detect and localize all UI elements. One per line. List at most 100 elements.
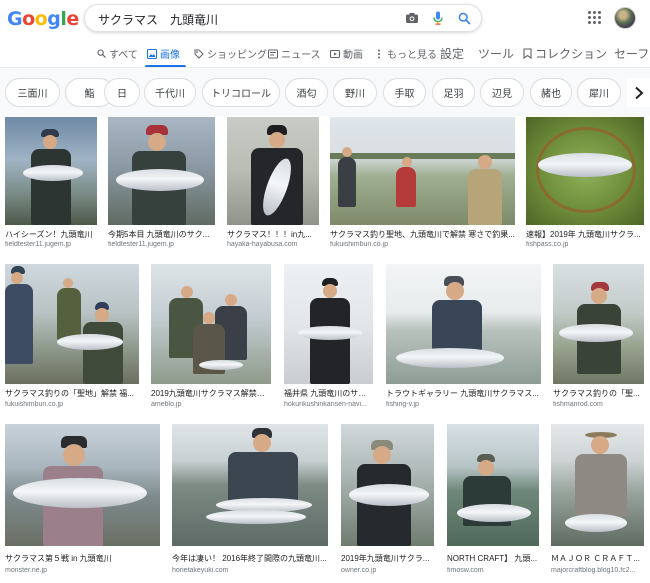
result-thumbnail[interactable] xyxy=(151,264,271,384)
tab-safesearch[interactable]: セーフ xyxy=(614,45,649,62)
result-thumbnail[interactable] xyxy=(330,117,515,225)
search-box[interactable]: サクラマス 九頭竜川 xyxy=(84,4,482,32)
bookmark-icon xyxy=(522,48,532,59)
chip[interactable]: 犀川 xyxy=(577,78,621,107)
result-domain: majorcraftblog.blog10.fc2... xyxy=(551,567,636,574)
tab-all[interactable]: すべて xyxy=(96,46,138,61)
tab-label: ニュース xyxy=(281,50,321,61)
result-thumbnail[interactable] xyxy=(172,424,328,546)
image-icon xyxy=(147,48,157,59)
result-card[interactable]: 2019九頭竜川サクラマス解禁の... ameblo.jp xyxy=(151,264,271,412)
result-card[interactable]: 今年は凄い！ 2016年終了間際の九頭竜川... horietakeyuki.c… xyxy=(172,424,328,578)
chip[interactable]: 野川 xyxy=(333,78,377,107)
tab-collections[interactable]: コレクション xyxy=(522,45,607,62)
result-domain: fishmanrod.com xyxy=(553,401,603,408)
result-thumbnail[interactable] xyxy=(5,117,97,225)
tab-videos[interactable]: 動画 xyxy=(330,46,363,61)
apps-icon[interactable] xyxy=(588,11,601,24)
result-title: サクラマス！！！in九... xyxy=(227,230,312,239)
result-title: ＭＡＪＯＲ ＣＲＡＦＴ... xyxy=(551,554,640,563)
chevron-right-icon[interactable] xyxy=(627,78,650,107)
google-logo[interactable]: Google xyxy=(7,8,79,30)
chip[interactable]: 赭也 xyxy=(530,78,572,107)
result-title: サクラマス釣り聖地、九頭竜川で解禁 寒さで釣果... xyxy=(330,230,515,239)
top-bar: Google サクラマス 九頭竜川 xyxy=(0,0,650,40)
chip[interactable]: 手取 xyxy=(383,78,426,107)
result-thumbnail[interactable] xyxy=(553,264,644,384)
result-thumbnail[interactable] xyxy=(341,424,434,546)
result-thumbnail[interactable] xyxy=(108,117,215,225)
result-title: 今期5本目 九頭竜川のサク... xyxy=(108,230,210,239)
result-domain: owner.co.jp xyxy=(341,567,377,574)
mic-icon[interactable] xyxy=(429,9,447,27)
result-title: 速報】2019年 九頭竜川サクラ... xyxy=(526,230,641,239)
tab-label: 画像 xyxy=(160,50,180,61)
search-tabs: すべて 画像 ショッピング ニュース 動画 もっと見る 設定 ツール コレクショ… xyxy=(0,42,650,66)
result-card[interactable]: トラウトギャラリー 九頭竜川サクラマス... fishing-v.jp xyxy=(386,264,541,412)
tab-more[interactable]: もっと見る xyxy=(374,46,437,61)
chip[interactable]: 三面川 xyxy=(5,78,60,107)
tab-settings[interactable]: 設定 xyxy=(440,45,464,62)
tab-label: コレクション xyxy=(535,47,608,61)
result-domain: fimosw.com xyxy=(447,567,484,574)
result-domain: fieldtester11.jugem.jp xyxy=(108,241,175,248)
tab-label: 動画 xyxy=(343,50,363,61)
result-domain: hayaka-hayabusa.com xyxy=(227,241,298,248)
tab-images[interactable]: 画像 xyxy=(147,46,180,61)
result-title: 2019九頭竜川サクラマス解禁の... xyxy=(151,389,271,398)
result-card[interactable]: NORTH CRAFT】 九頭... fimosw.com xyxy=(447,424,539,578)
result-domain: hokurikushinkansen-navi... xyxy=(284,401,367,408)
result-thumbnail[interactable] xyxy=(447,424,539,546)
result-card[interactable]: サクラマス第５戦 in 九頭竜川 monster.ne.jp xyxy=(5,424,160,578)
result-thumbnail[interactable] xyxy=(227,117,319,225)
chip[interactable]: 辺見 xyxy=(480,78,524,107)
search-input[interactable]: サクラマス 九頭竜川 xyxy=(98,11,218,28)
result-card[interactable]: サクラマス釣りの「聖... fishmanrod.com xyxy=(553,264,644,412)
chip[interactable]: トリコロール xyxy=(202,78,280,107)
result-card[interactable]: ハイシーズン！九頭竜川 fieldtester11.jugem.jp xyxy=(5,117,97,248)
chip[interactable]: 日 xyxy=(104,78,140,107)
result-thumbnail[interactable] xyxy=(386,264,541,384)
news-icon xyxy=(268,49,278,59)
search-icon[interactable] xyxy=(455,9,473,27)
tab-news[interactable]: ニュース xyxy=(268,46,321,61)
tab-label: もっと見る xyxy=(387,50,437,61)
more-icon xyxy=(374,49,384,59)
tag-icon xyxy=(194,49,204,59)
logo-letter: g xyxy=(47,8,61,30)
result-card[interactable]: サクラマス！！！in九... hayaka-hayabusa.com xyxy=(227,117,319,248)
camera-icon[interactable] xyxy=(403,9,421,27)
result-title: サクラマス釣りの「聖... xyxy=(553,389,640,398)
chip[interactable]: 足羽 xyxy=(432,78,475,107)
result-card[interactable]: 今期5本目 九頭竜川のサク... fieldtester11.jugem.jp xyxy=(108,117,215,248)
tab-label: ショッピング xyxy=(207,50,267,61)
tab-tools[interactable]: ツール xyxy=(478,45,514,62)
result-title: サクラマス釣りの「聖地」解禁 福... xyxy=(5,389,134,398)
result-card[interactable]: 2019年九頭竜川サクラ... owner.co.jp xyxy=(341,424,434,578)
result-card[interactable]: 速報】2019年 九頭竜川サクラ... fishpass.co.jp xyxy=(526,117,644,248)
result-thumbnail[interactable] xyxy=(284,264,373,384)
chip[interactable]: 酒匂 xyxy=(285,78,328,107)
result-thumbnail[interactable] xyxy=(5,424,160,546)
result-thumbnail[interactable] xyxy=(526,117,644,225)
result-domain: ameblo.jp xyxy=(151,401,182,408)
chip[interactable]: 千代川 xyxy=(144,78,196,107)
result-title: 今年は凄い！ 2016年終了間際の九頭竜川... xyxy=(172,554,327,563)
search-icon xyxy=(96,49,106,59)
tab-label: セーフ xyxy=(614,47,650,61)
result-domain: fukuishimbun.co.jp xyxy=(5,401,63,408)
avatar[interactable] xyxy=(614,7,636,29)
result-card[interactable]: サクラマス釣り聖地、九頭竜川で解禁 寒さで釣果... fukuishimbun.… xyxy=(330,117,515,248)
result-domain: fishing-v.jp xyxy=(386,401,419,408)
result-card[interactable]: サクラマス釣りの「聖地」解禁 福... fukuishimbun.co.jp xyxy=(5,264,139,412)
result-domain: fishpass.co.jp xyxy=(526,241,569,248)
result-title: 2019年九頭竜川サクラ... xyxy=(341,554,430,563)
tab-label: すべて xyxy=(109,50,138,61)
result-thumbnail[interactable] xyxy=(5,264,139,384)
result-title: NORTH CRAFT】 九頭... xyxy=(447,554,538,563)
tab-shopping[interactable]: ショッピング xyxy=(194,46,267,61)
result-card[interactable]: 福井県 九頭竜川のサクラ... hokurikushinkansen-navi.… xyxy=(284,264,373,412)
result-thumbnail[interactable] xyxy=(551,424,644,546)
logo-letter: o xyxy=(34,8,48,30)
result-card[interactable]: ＭＡＪＯＲ ＣＲＡＦＴ... majorcraftblog.blog10.fc2… xyxy=(551,424,644,578)
